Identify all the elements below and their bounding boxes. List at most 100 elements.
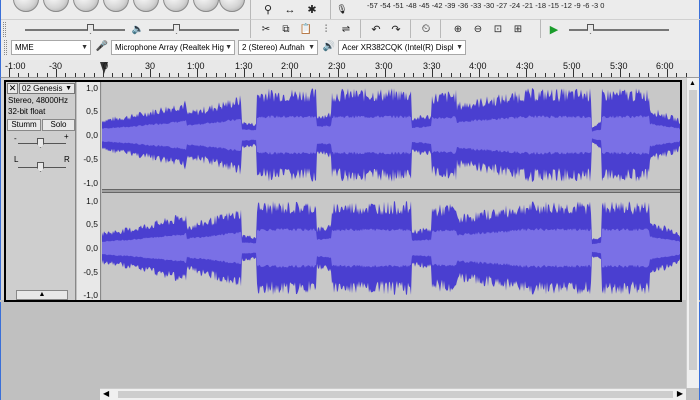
ruler-tick: [215, 73, 217, 77]
recording-meter-scale[interactable]: -57 -54 -51 -48 -45 -42 -39 -36 -33 -30 …: [367, 1, 604, 10]
silence-icon[interactable]: ⫶: [317, 21, 335, 38]
tools-toolbar: ⚲ ↔ ✱: [251, 0, 331, 19]
skip-end-button[interactable]: [133, 0, 159, 12]
sync-lock-icon[interactable]: ⇌: [337, 21, 355, 38]
playback-device-dropdown[interactable]: Acer XR382CQK (Intel(R) Displ ▼: [338, 40, 466, 55]
play-button[interactable]: [43, 0, 69, 12]
meter-label: -9: [574, 1, 581, 10]
close-track-icon[interactable]: ✕: [7, 83, 18, 94]
ruler-label: 5:00: [563, 61, 581, 71]
playback-volume-slider[interactable]: [149, 29, 239, 31]
loop-button[interactable]: [193, 0, 219, 12]
ruler-tick: [309, 73, 311, 77]
ruler-tick: [18, 73, 20, 77]
solo-button[interactable]: Solo: [42, 119, 75, 131]
zoom-toolbar: ⊕ ⊖ ⊡ ⊞: [441, 19, 541, 38]
horizontal-scrollbar[interactable]: ◀ ▶: [100, 388, 686, 400]
scale-label: 1,0: [86, 196, 98, 206]
recording-volume-thumb[interactable]: [87, 24, 94, 34]
microphone-meter-icon[interactable]: 🎙: [333, 1, 351, 18]
ruler-label: 2:30: [328, 61, 346, 71]
ruler-tick: [328, 73, 330, 77]
fit-project-icon[interactable]: ⊞: [509, 21, 527, 38]
zoom-in-icon[interactable]: ⊕: [449, 21, 467, 38]
recording-channels-dropdown[interactable]: 2 (Stereo) Aufnah ▼: [238, 40, 318, 55]
timeline-ruler[interactable]: -1:00 -30 0 30 1:00 1:30 2:00 2:30 3:00 …: [0, 60, 700, 78]
recording-device-dropdown[interactable]: Microphone Array (Realtek Hig ▼: [111, 40, 235, 55]
pan-slider-thumb[interactable]: [37, 162, 44, 172]
timer-record-icon[interactable]: ⏲: [417, 21, 435, 38]
ruler-tick: [244, 69, 245, 77]
meter-label: -36: [457, 1, 469, 10]
play-at-speed-icon[interactable]: ▶: [545, 21, 563, 38]
ruler-tick: [394, 73, 396, 77]
ruler-tick: [450, 73, 452, 77]
redo-icon[interactable]: ↷: [387, 21, 405, 38]
pan-left-label: L: [14, 155, 19, 164]
device-toolbar-grip[interactable]: [4, 40, 7, 55]
undo-icon[interactable]: ↶: [367, 21, 385, 38]
track-name: 02 Genesis: [22, 84, 63, 93]
ruler-tick: [234, 73, 236, 77]
ruler-tick: [497, 73, 499, 77]
fit-selection-icon[interactable]: ⊡: [489, 21, 507, 38]
ruler-tick: [667, 69, 668, 77]
copy-icon[interactable]: ⧉: [277, 21, 295, 38]
ruler-tick: [197, 69, 198, 77]
multi-tool-icon[interactable]: ✱: [303, 1, 321, 18]
scroll-left-icon[interactable]: ◀: [103, 389, 109, 398]
meter-label: -54: [379, 1, 391, 10]
scroll-up-icon[interactable]: ▲: [689, 80, 696, 87]
speaker-icon[interactable]: 🔈: [129, 21, 147, 38]
mute-button[interactable]: Stumm: [7, 119, 41, 131]
ruler-tick: [657, 73, 659, 77]
record-button[interactable]: [163, 0, 189, 12]
ruler-tick: [685, 73, 687, 77]
scroll-right-icon[interactable]: ▶: [677, 389, 683, 398]
playback-volume-thumb[interactable]: [173, 24, 180, 34]
ruler-label: 4:30: [516, 61, 534, 71]
ruler-tick: [676, 73, 678, 77]
vertical-scale[interactable]: 1,0 0,5 0,0 -0,5 -1,0 1,0 0,5 0,0 -0,5 -…: [77, 82, 101, 300]
ruler-tick: [150, 69, 151, 77]
ruler-tick: [262, 73, 264, 77]
scale-label: -1,0: [83, 178, 98, 188]
mixer-toolbar: 🔈: [1, 19, 251, 38]
ruler-tick: [610, 73, 612, 77]
stop-button[interactable]: [73, 0, 99, 12]
meter-label: -42: [431, 1, 443, 10]
extra-transport-button[interactable]: [219, 0, 245, 12]
collapse-track-button[interactable]: ▲: [16, 290, 68, 300]
waveform-display[interactable]: [102, 82, 680, 300]
chevron-down-icon: ▼: [456, 44, 463, 51]
vertical-scrollbar[interactable]: ▲: [686, 78, 699, 388]
gain-slider-thumb[interactable]: [37, 138, 44, 148]
ruler-tick: [121, 73, 123, 77]
ruler-tick: [375, 73, 377, 77]
track-control-panel[interactable]: ✕ 02 Genesis ▼ Stereo, 48000Hz 32-bit fl…: [6, 82, 76, 300]
toolbar-grip[interactable]: [3, 22, 6, 37]
meter-label: -21: [522, 1, 534, 10]
ruler-tick: [27, 73, 29, 77]
ruler-tick: [319, 73, 321, 77]
skip-start-button[interactable]: [103, 0, 129, 12]
recording-volume-slider[interactable]: [25, 29, 125, 31]
horizontal-scroll-thumb[interactable]: [118, 391, 673, 398]
play-speed-slider[interactable]: [569, 29, 669, 31]
audio-host-value: MME: [15, 43, 34, 52]
zoom-out-icon[interactable]: ⊖: [469, 21, 487, 38]
scale-label: -1,0: [83, 290, 98, 300]
empty-track-area[interactable]: [0, 302, 700, 400]
pause-button[interactable]: [13, 0, 39, 12]
zoom-tool-icon[interactable]: ⚲: [259, 1, 277, 18]
edit-toolbar: ✂ ⧉ 📋 ⫶ ⇌: [251, 19, 361, 38]
paste-icon[interactable]: 📋: [297, 21, 315, 38]
trim-icon[interactable]: ✂: [257, 21, 275, 38]
ruler-tick: [366, 73, 368, 77]
audio-host-dropdown[interactable]: MME ▼: [11, 40, 91, 55]
play-speed-thumb[interactable]: [587, 24, 594, 34]
vertical-scroll-thumb[interactable]: [689, 90, 697, 370]
ruler-tick: [225, 73, 227, 77]
track-name-menu[interactable]: 02 Genesis ▼: [19, 83, 75, 94]
time-shift-tool-icon[interactable]: ↔: [281, 1, 299, 18]
